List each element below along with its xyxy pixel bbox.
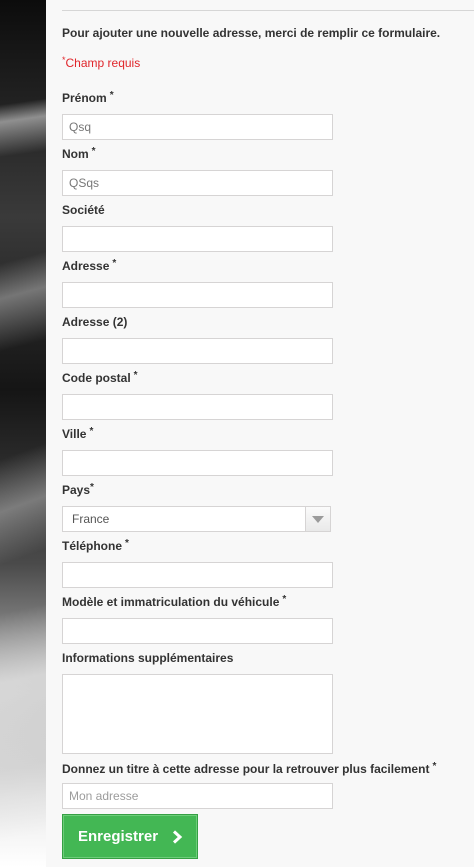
address-form-panel: Pour ajouter une nouvelle adresse, merci… — [46, 0, 474, 867]
city-label: Ville * — [62, 426, 93, 441]
save-button[interactable]: Enregistrer — [62, 814, 198, 859]
required-star: * — [282, 594, 287, 605]
postcode-label-text: Code postal — [62, 371, 131, 385]
postcode-label: Code postal * — [62, 370, 138, 385]
required-star: * — [133, 370, 138, 381]
required-star: * — [90, 482, 94, 493]
firstname-label-text: Prénom — [62, 91, 107, 105]
address2-label: Adresse (2) — [62, 315, 127, 329]
country-select-value: France — [72, 512, 110, 526]
firstname-input[interactable]: Qsq — [62, 114, 333, 140]
company-label: Société — [62, 203, 105, 217]
required-star: * — [125, 538, 129, 549]
required-star: * — [89, 426, 94, 437]
address1-input[interactable] — [62, 282, 333, 308]
vehicle-input[interactable] — [62, 618, 333, 644]
required-star: * — [112, 258, 117, 269]
background-image — [0, 0, 46, 867]
country-label-text: Pays — [62, 483, 91, 497]
address1-label-text: Adresse — [62, 259, 110, 273]
required-star: * — [109, 90, 114, 101]
required-star: * — [91, 146, 96, 157]
phone-input[interactable] — [62, 562, 333, 588]
company-label-text: Société — [62, 203, 105, 217]
alias-input[interactable]: Mon adresse — [62, 783, 333, 809]
vehicle-label-text: Modèle et immatriculation du véhicule — [62, 595, 280, 609]
required-star: * — [432, 761, 437, 772]
top-divider — [62, 10, 474, 11]
chevron-right-icon — [173, 829, 183, 844]
form-intro: Pour ajouter une nouvelle adresse, merci… — [62, 26, 441, 40]
city-input[interactable] — [62, 450, 333, 476]
phone-label-text: Téléphone — [62, 539, 123, 553]
alias-label: Donnez un titre à cette adresse pour la … — [62, 761, 436, 776]
address2-input[interactable] — [62, 338, 333, 364]
chevron-down-icon[interactable] — [305, 507, 330, 531]
address2-label-text: Adresse (2) — [62, 315, 128, 329]
country-select[interactable]: France — [62, 506, 331, 532]
company-input[interactable] — [62, 226, 333, 252]
firstname-label: Prénom * — [62, 90, 114, 105]
country-label: Pays* — [62, 482, 94, 497]
lastname-label: Nom * — [62, 146, 96, 161]
lastname-label-text: Nom — [62, 147, 89, 161]
required-note-text: Champ requis — [65, 56, 141, 70]
address1-label: Adresse * — [62, 258, 116, 273]
alias-label-text: Donnez un titre à cette adresse pour la … — [62, 762, 430, 776]
postcode-input[interactable] — [62, 394, 333, 420]
required-note: *Champ requis — [62, 55, 140, 70]
city-label-text: Ville — [62, 427, 87, 441]
other-label-text: Informations supplémentaires — [62, 651, 234, 665]
lastname-input[interactable]: QSqs — [62, 170, 333, 196]
save-button-label: Enregistrer — [78, 828, 159, 845]
other-textarea[interactable] — [62, 674, 333, 754]
vehicle-label: Modèle et immatriculation du véhicule * — [62, 594, 286, 609]
other-label: Informations supplémentaires — [62, 651, 233, 665]
phone-label: Téléphone * — [62, 538, 129, 553]
